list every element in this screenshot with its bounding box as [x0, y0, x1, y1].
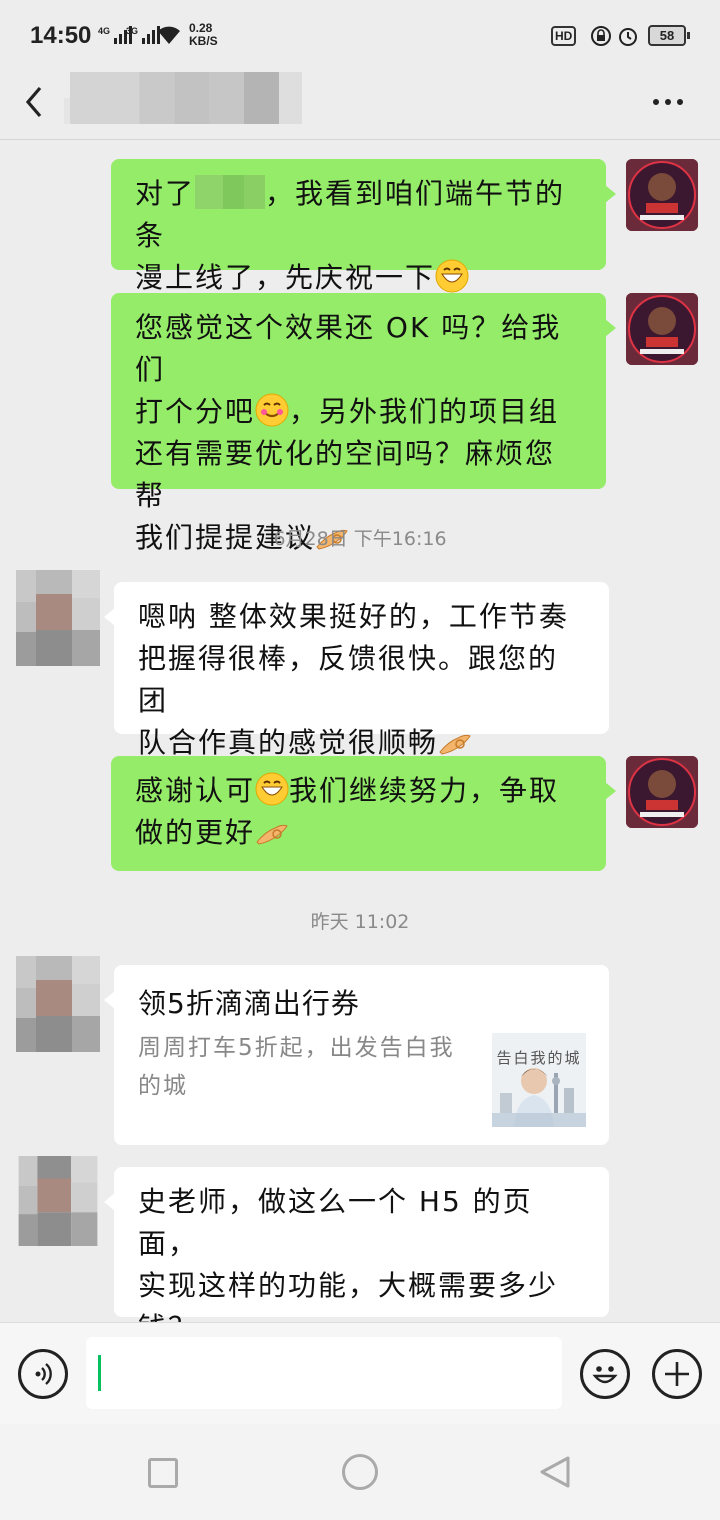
- avatar-image: [626, 293, 698, 365]
- avatar-image: [16, 570, 100, 666]
- battery-icon: 58: [648, 25, 690, 46]
- alarm-icon: [619, 28, 637, 46]
- message-input[interactable]: [86, 1337, 562, 1409]
- ok-hand-emoji-icon: [256, 824, 288, 845]
- link-card-message[interactable]: 领5折滴滴出行券 周周打车5折起，出发告白我的城 告白我的城: [104, 965, 609, 1145]
- system-nav-bar: [0, 1424, 720, 1520]
- contact-avatar-redacted[interactable]: [14, 1156, 98, 1252]
- redacted-name: [195, 175, 266, 209]
- my-avatar[interactable]: [626, 159, 698, 231]
- message-bubble-sent[interactable]: 对了 ，我看到咱们端午节的条 漫上线了，先庆祝一下: [111, 159, 616, 294]
- message-bubble-received[interactable]: 嗯呐 整体效果挺好的，工作节奏 把握得很棒，反馈很快。跟您的团 队合作真的感觉很…: [104, 582, 609, 759]
- hd-voice-badge: HD: [551, 26, 577, 46]
- smile-emoji-icon: [255, 393, 289, 427]
- message-bubble-received[interactable]: 史老师，做这么一个 H5 的页面， 实现这样的功能，大概需要多少 钱？: [104, 1167, 609, 1344]
- voice-icon[interactable]: [18, 1349, 68, 1399]
- chat-header: [0, 68, 720, 140]
- card-title: 领5折滴滴出行券: [138, 987, 360, 1020]
- grin-emoji-icon: [435, 259, 469, 293]
- status-time: 14:50: [30, 22, 92, 49]
- emoji-icon[interactable]: [580, 1349, 630, 1399]
- square-recent-icon[interactable]: [148, 1458, 178, 1488]
- signal-3g-icon: 3G: [126, 26, 161, 44]
- avatar-image: [16, 956, 100, 1052]
- message-bubble-sent[interactable]: 您感觉这个效果还 OK 吗？给我们 打个分吧 ，另外我们的项目组 还有需要优化的空…: [111, 293, 616, 554]
- wifi-icon: [158, 26, 180, 44]
- card-thumbnail: 告白我的城: [492, 1033, 586, 1127]
- ok-hand-emoji-icon: [439, 734, 471, 755]
- grin-emoji-icon: [255, 772, 289, 806]
- message-bubble-sent[interactable]: 感谢认可 我们继续努力，争取 做的更好: [111, 756, 616, 871]
- triangle-back-icon[interactable]: [538, 1454, 574, 1490]
- network-speed: 0.28 KB/S: [189, 21, 218, 48]
- card-description: 周周打车5折起，出发告白我的城: [138, 1035, 455, 1099]
- circle-home-icon[interactable]: [342, 1454, 378, 1490]
- chat-input-bar: [0, 1322, 720, 1424]
- more-dots-icon[interactable]: [648, 92, 688, 112]
- chevron-left-icon[interactable]: [20, 82, 50, 122]
- my-avatar[interactable]: [626, 756, 698, 828]
- thumbnail-caption: 告白我的城: [496, 1049, 582, 1067]
- contact-avatar-redacted[interactable]: [16, 956, 100, 1052]
- plus-icon[interactable]: [652, 1349, 702, 1399]
- contact-avatar-redacted[interactable]: [16, 570, 100, 666]
- my-avatar[interactable]: [626, 293, 698, 365]
- chat-title-redacted: [70, 72, 302, 124]
- chat-timestamp: 6月28日 下午16:16: [273, 528, 447, 550]
- chat-timestamp: 昨天 11:02: [310, 911, 410, 933]
- text-caret: [98, 1355, 101, 1391]
- status-bar: 14:50 4G 3G 0.28 KB/S HD 58: [0, 0, 720, 68]
- avatar-image: [626, 756, 698, 828]
- avatar-image: [18, 1156, 98, 1246]
- avatar-image: [626, 159, 698, 231]
- rotation-lock-icon: [591, 26, 611, 46]
